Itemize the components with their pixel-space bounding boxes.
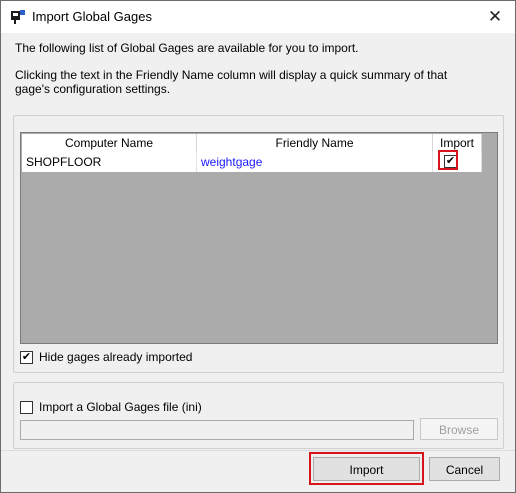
intro-text-instructions: Clicking the text in the Friendly Name c… [15, 68, 448, 96]
footer-divider [1, 450, 515, 451]
title-bar: Import Global Gages ✕ [1, 1, 515, 33]
cancel-button[interactable]: Cancel [429, 457, 500, 481]
hide-imported-option[interactable]: ✔ Hide gages already imported [20, 350, 192, 364]
table-row[interactable]: SHOPFLOOR weightgage ✔ [22, 150, 482, 172]
window-title: Import Global Gages [32, 9, 152, 24]
browse-button[interactable]: Browse [420, 418, 498, 440]
import-checkbox-highlight [438, 150, 458, 170]
hide-imported-label: Hide gages already imported [39, 350, 193, 364]
intro-text-availability: The following list of Global Gages are a… [15, 41, 359, 55]
column-header-computer-name[interactable]: Computer Name [22, 134, 197, 152]
ini-import-label: Import a Global Gages file (ini) [39, 400, 202, 414]
column-header-friendly-name[interactable]: Friendly Name [197, 134, 433, 152]
gage-app-icon [10, 9, 26, 25]
friendly-name-link[interactable]: weightgage [197, 152, 433, 172]
import-global-gages-dialog: Import Global Gages ✕ The following list… [0, 0, 516, 493]
close-icon[interactable]: ✕ [475, 1, 515, 33]
ini-import-checkbox[interactable] [20, 400, 33, 414]
import-button-highlight [309, 452, 424, 485]
grid-header: Computer Name Friendly Name Import [22, 134, 482, 153]
hide-imported-checkbox[interactable]: ✔ [20, 350, 33, 364]
import-cell: ✔ [433, 150, 482, 172]
ini-file-path-field[interactable] [20, 420, 414, 440]
global-gages-grid[interactable]: Computer Name Friendly Name Import SHOPF… [20, 132, 498, 344]
computer-name-cell[interactable]: SHOPFLOOR [22, 152, 197, 172]
ini-import-option[interactable]: Import a Global Gages file (ini) [20, 400, 202, 414]
